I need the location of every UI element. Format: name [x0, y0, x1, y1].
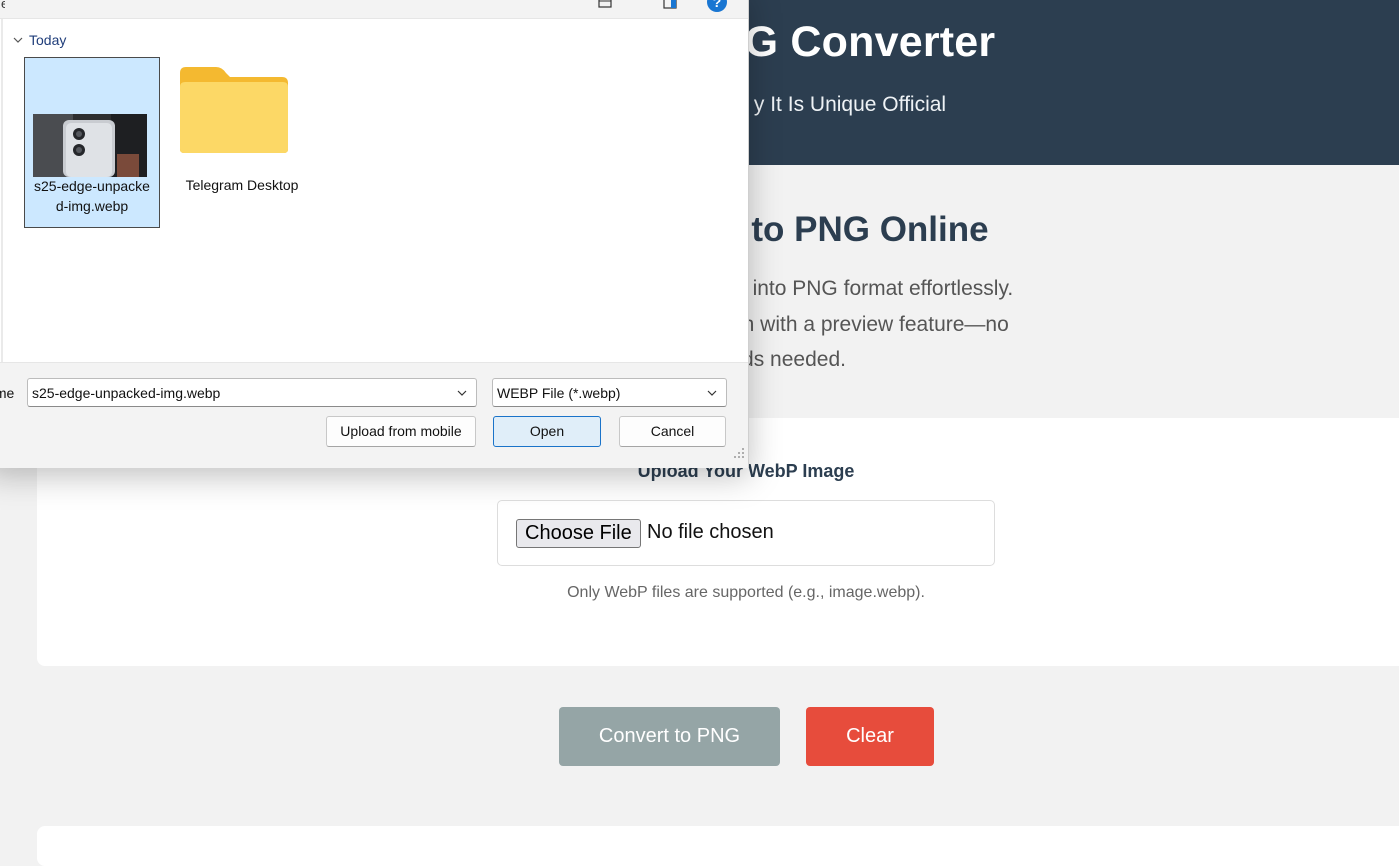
- chevron-down-icon: [13, 37, 23, 43]
- no-file-chosen-text: No file chosen: [647, 521, 774, 543]
- dialog-footer: me: s25-edge-unpacked-img.webp WEBP File…: [0, 362, 748, 468]
- clear-button[interactable]: Clear: [806, 707, 934, 766]
- preview-card: [37, 826, 1399, 866]
- open-button[interactable]: Open: [493, 416, 601, 447]
- dialog-toolbar: er ?: [0, 0, 748, 19]
- filename-value: s25-edge-unpacked-img.webp: [32, 385, 221, 401]
- file-open-dialog: er ? Today s25-ed: [0, 0, 749, 468]
- file-name: s25-edge-unpacked-img.webp: [34, 178, 150, 214]
- navigation-pane-edge: [1, 19, 3, 362]
- filename-combobox[interactable]: s25-edge-unpacked-img.webp: [27, 378, 477, 407]
- file-name: Telegram Desktop: [185, 177, 299, 193]
- filename-label: me:: [0, 385, 15, 401]
- image-thumbnail: [33, 114, 147, 177]
- file-hint: Only WebP files are supported (e.g., ima…: [567, 584, 925, 601]
- convert-to-png-button[interactable]: Convert to PNG: [559, 707, 780, 766]
- preview-pane-icon[interactable]: [662, 0, 678, 10]
- chevron-down-icon: [707, 390, 717, 396]
- cancel-button[interactable]: Cancel: [619, 416, 726, 447]
- file-input[interactable]: Choose File No file chosen: [497, 500, 995, 566]
- filetype-dropdown[interactable]: WEBP File (*.webp): [492, 378, 727, 407]
- dialog-title: er: [1, 0, 5, 11]
- help-icon[interactable]: ?: [707, 0, 727, 12]
- folder-item[interactable]: Telegram Desktop: [174, 57, 310, 228]
- chevron-down-icon[interactable]: [457, 388, 467, 398]
- resize-grip-icon[interactable]: [733, 446, 745, 464]
- file-item-image[interactable]: s25-edge-unpacked-img.webp: [24, 57, 160, 228]
- group-header-today[interactable]: Today: [13, 32, 66, 48]
- upload-from-mobile-button[interactable]: Upload from mobile: [326, 416, 476, 447]
- group-label: Today: [29, 32, 67, 48]
- folder-icon: [178, 65, 290, 160]
- choose-file-button[interactable]: Choose File: [516, 519, 641, 548]
- view-options-icon[interactable]: [597, 0, 613, 10]
- filetype-value: WEBP File (*.webp): [497, 385, 621, 401]
